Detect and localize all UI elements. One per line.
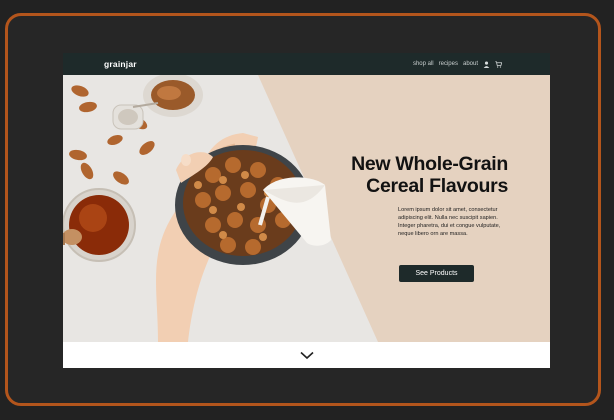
- nav-recipes[interactable]: recipes: [439, 61, 458, 67]
- headline-line-2: Cereal Flavours: [366, 175, 508, 197]
- site-logo[interactable]: grainjar: [104, 59, 137, 69]
- nav-about[interactable]: about: [463, 61, 478, 67]
- hero-headline: New Whole-Grain Cereal Flavours: [351, 153, 508, 197]
- hero-section: New Whole-Grain Cereal Flavours Lorem ip…: [63, 75, 550, 342]
- nav-links: shop all recipes about: [413, 60, 502, 68]
- scroll-strip: [63, 342, 550, 368]
- headline-line-1: New Whole-Grain: [351, 153, 508, 175]
- cart-icon[interactable]: [495, 60, 502, 68]
- top-navbar: grainjar shop all recipes about: [63, 53, 550, 75]
- hero-description: Lorem ipsum dolor sit amet, consectetur …: [398, 207, 501, 237]
- see-products-button[interactable]: See Products: [399, 265, 474, 282]
- nav-shop-all[interactable]: shop all: [413, 61, 434, 67]
- chevron-down-icon[interactable]: [299, 351, 314, 360]
- user-icon[interactable]: [483, 61, 490, 68]
- website-preview: grainjar shop all recipes about New Whol…: [63, 53, 550, 368]
